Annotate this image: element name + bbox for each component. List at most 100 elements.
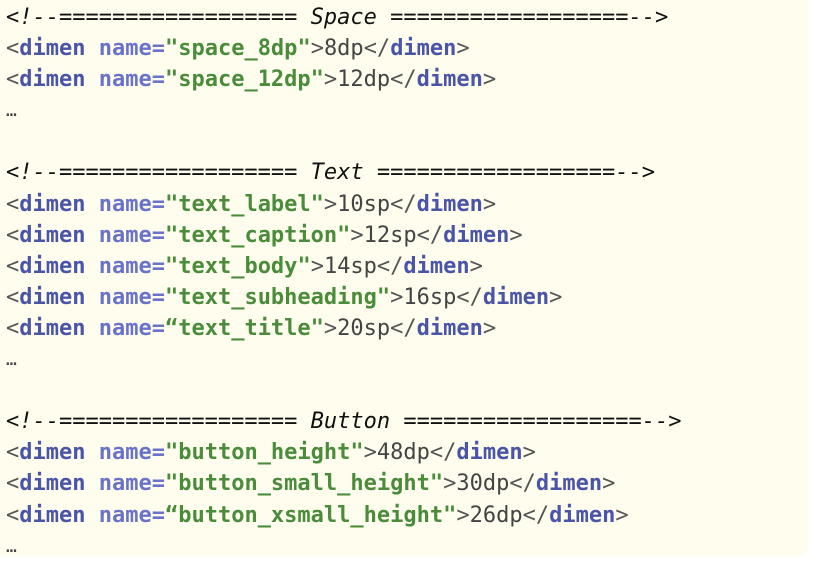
attribute-open-quote: " xyxy=(164,440,179,466)
dimen-entry: <dimen name="text_caption">12sp</dimen> xyxy=(6,220,682,251)
end-tag-name: dimen xyxy=(535,471,603,497)
tag-close-bracket: > xyxy=(310,36,324,62)
dimen-entry: <dimen name=“text_title">20sp</dimen> xyxy=(6,313,682,344)
tag-close-bracket: > xyxy=(363,440,377,466)
tag-open-bracket: < xyxy=(6,315,20,341)
section-header-comment: <!--================== Button ==========… xyxy=(6,409,682,435)
end-tag-name: dimen xyxy=(549,502,616,528)
tag-close-bracket: > xyxy=(350,222,364,248)
dimen-entry: <dimen name="space_8dp">8dp</dimen> xyxy=(6,33,682,64)
dimen-entry: <dimen name="space_12dp">12dp</dimen> xyxy=(6,64,682,95)
dimen-entry: <dimen name="button_height">48dp</dimen> xyxy=(6,437,682,468)
dimen-name-value: text_subheading xyxy=(178,284,377,310)
tag-name: dimen xyxy=(19,440,86,466)
tag-open-bracket: < xyxy=(6,502,20,528)
tag-name: dimen xyxy=(19,36,86,62)
end-tag-name: dimen xyxy=(390,36,457,62)
attribute-close-quote: " xyxy=(297,253,311,279)
attribute-open-quote: " xyxy=(164,36,179,62)
dimen-entry: <dimen name="text_body">14sp</dimen> xyxy=(6,251,682,282)
dimen-value: 16sp xyxy=(403,284,457,310)
ellipsis-line: … xyxy=(6,535,17,557)
attribute-open-quote: " xyxy=(164,471,179,497)
tag-name: dimen xyxy=(19,315,86,341)
end-tag-name: dimen xyxy=(403,253,470,279)
end-tag-open-bracket: </ xyxy=(509,471,536,497)
attribute-close-quote: " xyxy=(297,36,311,62)
attribute-close-quote: " xyxy=(376,284,391,310)
attribute-name: name= xyxy=(98,222,165,248)
end-tag-close-bracket: > xyxy=(456,36,470,62)
end-tag-open-bracket: </ xyxy=(390,315,417,341)
end-tag-open-bracket: </ xyxy=(390,191,417,217)
attribute-close-quote: " xyxy=(310,67,324,93)
end-tag-open-bracket: </ xyxy=(390,67,417,93)
end-tag-close-bracket: > xyxy=(522,440,536,466)
dimen-entry: <dimen name="text_subheading">16sp</dime… xyxy=(6,282,682,313)
end-tag-close-bracket: > xyxy=(482,67,497,93)
attribute-open-quote: " xyxy=(164,284,179,310)
dimen-name-value: text_title xyxy=(178,315,311,341)
dimen-name-value: button_small_height xyxy=(178,471,430,497)
end-tag-name: dimen xyxy=(456,440,523,466)
tag-open-bracket: < xyxy=(6,36,20,62)
tag-close-bracket: > xyxy=(323,315,338,341)
dimen-name-value: text_body xyxy=(178,253,298,279)
attribute-open-quote: " xyxy=(164,253,179,279)
dimen-entry: <dimen name=“button_xsmall_height">26dp<… xyxy=(6,500,682,531)
tag-open-bracket: < xyxy=(6,222,20,248)
tag-open-bracket: < xyxy=(6,440,20,466)
attribute-open-quote: “ xyxy=(164,502,179,528)
attribute-name: name= xyxy=(98,471,165,497)
end-tag-close-bracket: > xyxy=(615,502,629,528)
tag-close-bracket: > xyxy=(443,471,457,497)
attribute-open-quote: " xyxy=(164,67,179,93)
attribute-open-quote: “ xyxy=(164,315,179,341)
dimen-name-value: button_xsmall_height xyxy=(178,502,444,528)
dimen-value: 12sp xyxy=(363,222,417,248)
tag-open-bracket: < xyxy=(6,284,20,310)
dimen-name-value: button_height xyxy=(178,440,351,466)
end-tag-close-bracket: > xyxy=(602,471,616,497)
attribute-name: name= xyxy=(98,191,165,217)
end-tag-open-bracket: </ xyxy=(429,440,457,466)
attribute-open-quote: " xyxy=(164,191,179,217)
end-tag-close-bracket: > xyxy=(482,191,497,217)
ellipsis-line: … xyxy=(6,349,17,371)
end-tag-open-bracket: </ xyxy=(416,222,444,248)
code-editor: <!--================== Space ===========… xyxy=(0,0,808,557)
dimen-entry: <dimen name="text_label">10sp</dimen> xyxy=(6,189,682,220)
end-tag-name: dimen xyxy=(482,284,550,310)
tag-close-bracket: > xyxy=(390,284,404,310)
attribute-name: name= xyxy=(98,67,165,93)
tag-name: dimen xyxy=(19,502,86,528)
end-tag-name: dimen xyxy=(416,315,483,341)
tag-open-bracket: < xyxy=(6,253,20,279)
dimen-name-value: space_12dp xyxy=(178,67,311,93)
attribute-name: name= xyxy=(98,36,165,62)
attribute-open-quote: " xyxy=(164,222,179,248)
end-tag-close-bracket: > xyxy=(509,222,523,248)
attribute-close-quote: " xyxy=(337,222,351,248)
tag-close-bracket: > xyxy=(323,191,338,217)
tag-open-bracket: < xyxy=(6,191,20,217)
end-tag-close-bracket: > xyxy=(549,284,563,310)
attribute-name: name= xyxy=(98,440,165,466)
tag-open-bracket: < xyxy=(6,67,20,93)
end-tag-open-bracket: </ xyxy=(363,36,391,62)
dimen-value: 10sp xyxy=(337,191,391,217)
attribute-name: name= xyxy=(98,284,165,310)
dimen-entry: <dimen name="button_small_height">30dp</… xyxy=(6,468,682,499)
end-tag-name: dimen xyxy=(416,67,483,93)
attribute-name: name= xyxy=(98,315,165,341)
end-tag-name: dimen xyxy=(416,191,483,217)
dimen-value: 14sp xyxy=(323,253,377,279)
end-tag-open-bracket: </ xyxy=(522,502,550,528)
dimen-name-value: text_label xyxy=(178,191,311,217)
dimen-value: 8dp xyxy=(323,36,364,62)
tag-name: dimen xyxy=(19,471,86,497)
end-tag-open-bracket: </ xyxy=(456,284,483,310)
tag-name: dimen xyxy=(19,284,86,310)
